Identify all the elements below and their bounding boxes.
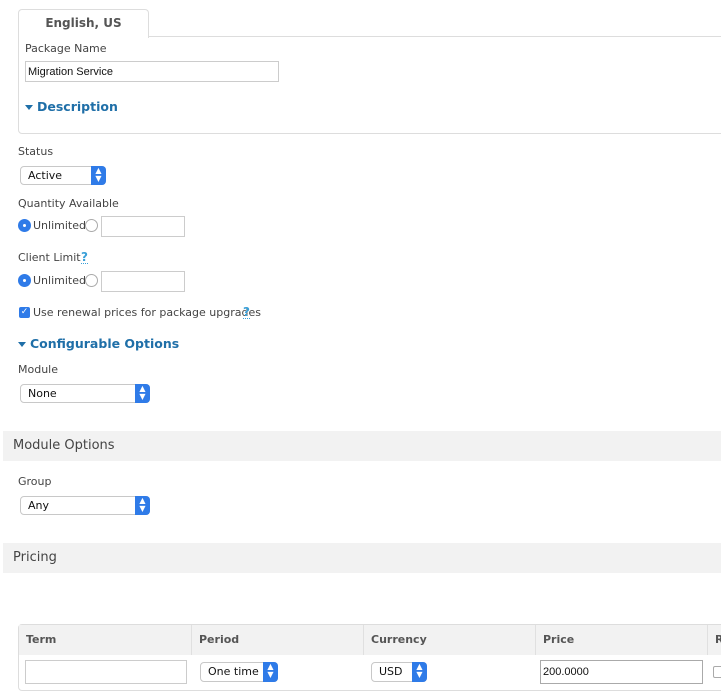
renewal-help-icon[interactable]: ? xyxy=(243,306,250,319)
renewal-checkbox[interactable]: ✓ xyxy=(19,307,30,318)
column-header-period: Period xyxy=(192,625,364,655)
language-panel xyxy=(18,36,721,134)
module-value: None xyxy=(28,387,57,400)
select-arrows-icon: ▲ ▼ xyxy=(91,166,106,185)
column-header-price: Price xyxy=(536,625,708,655)
client-limit-input[interactable] xyxy=(101,271,185,292)
group-select[interactable]: Any ▲ ▼ xyxy=(20,496,150,515)
module-label: Module xyxy=(18,363,58,376)
select-arrows-icon: ▲ ▼ xyxy=(135,384,150,403)
term-input[interactable] xyxy=(25,660,187,684)
group-value: Any xyxy=(28,499,50,512)
status-select[interactable]: Active ▲ ▼ xyxy=(20,166,106,185)
select-arrows-icon: ▲ ▼ xyxy=(135,496,150,515)
quantity-unlimited-radio[interactable] xyxy=(18,219,31,232)
pricing-header: Pricing xyxy=(3,543,721,573)
client-limit-unlimited-label: Unlimited xyxy=(33,274,86,287)
client-limit-label: Client Limit xyxy=(18,251,81,264)
tab-english-us[interactable]: English, US xyxy=(18,9,149,38)
caret-down-icon xyxy=(25,105,33,110)
client-limit-custom-radio[interactable] xyxy=(85,274,98,287)
renewal-label: Use renewal prices for package upgrades xyxy=(33,306,261,319)
quantity-custom-radio[interactable] xyxy=(85,219,98,232)
price-input[interactable] xyxy=(540,660,703,684)
group-label: Group xyxy=(18,475,52,488)
select-arrows-icon: ▲ ▼ xyxy=(412,662,427,682)
caret-down-icon xyxy=(18,342,26,347)
renewal-row-checkbox[interactable] xyxy=(713,666,721,678)
configurable-options-toggle[interactable]: Configurable Options xyxy=(18,336,179,351)
currency-value: USD xyxy=(379,665,403,678)
description-toggle[interactable]: Description xyxy=(25,99,118,114)
client-limit-unlimited-radio[interactable] xyxy=(18,274,31,287)
period-value: One time xyxy=(208,665,259,678)
column-header-term: Term xyxy=(19,625,192,655)
status-label: Status xyxy=(18,145,54,158)
description-label: Description xyxy=(37,99,118,114)
status-value: Active xyxy=(28,169,63,182)
select-arrows-icon: ▲ ▼ xyxy=(263,662,278,682)
quantity-label: Quantity Available xyxy=(18,197,119,210)
pricing-table: Term Period Currency Price R One time ▲ ▼ … xyxy=(18,624,721,691)
module-select[interactable]: None ▲ ▼ xyxy=(20,384,150,403)
module-options-header: Module Options xyxy=(3,431,721,461)
package-name-input[interactable] xyxy=(25,61,279,82)
package-name-label: Package Name xyxy=(25,42,107,55)
column-header-renewal: R xyxy=(708,625,721,655)
period-select[interactable]: One time ▲ ▼ xyxy=(200,662,278,682)
quantity-unlimited-label: Unlimited xyxy=(33,219,86,232)
client-limit-help-icon[interactable]: ? xyxy=(81,251,88,264)
configurable-options-label: Configurable Options xyxy=(30,336,180,351)
quantity-input[interactable] xyxy=(101,216,185,237)
column-header-currency: Currency xyxy=(364,625,536,655)
currency-select[interactable]: USD ▲ ▼ xyxy=(371,662,427,682)
